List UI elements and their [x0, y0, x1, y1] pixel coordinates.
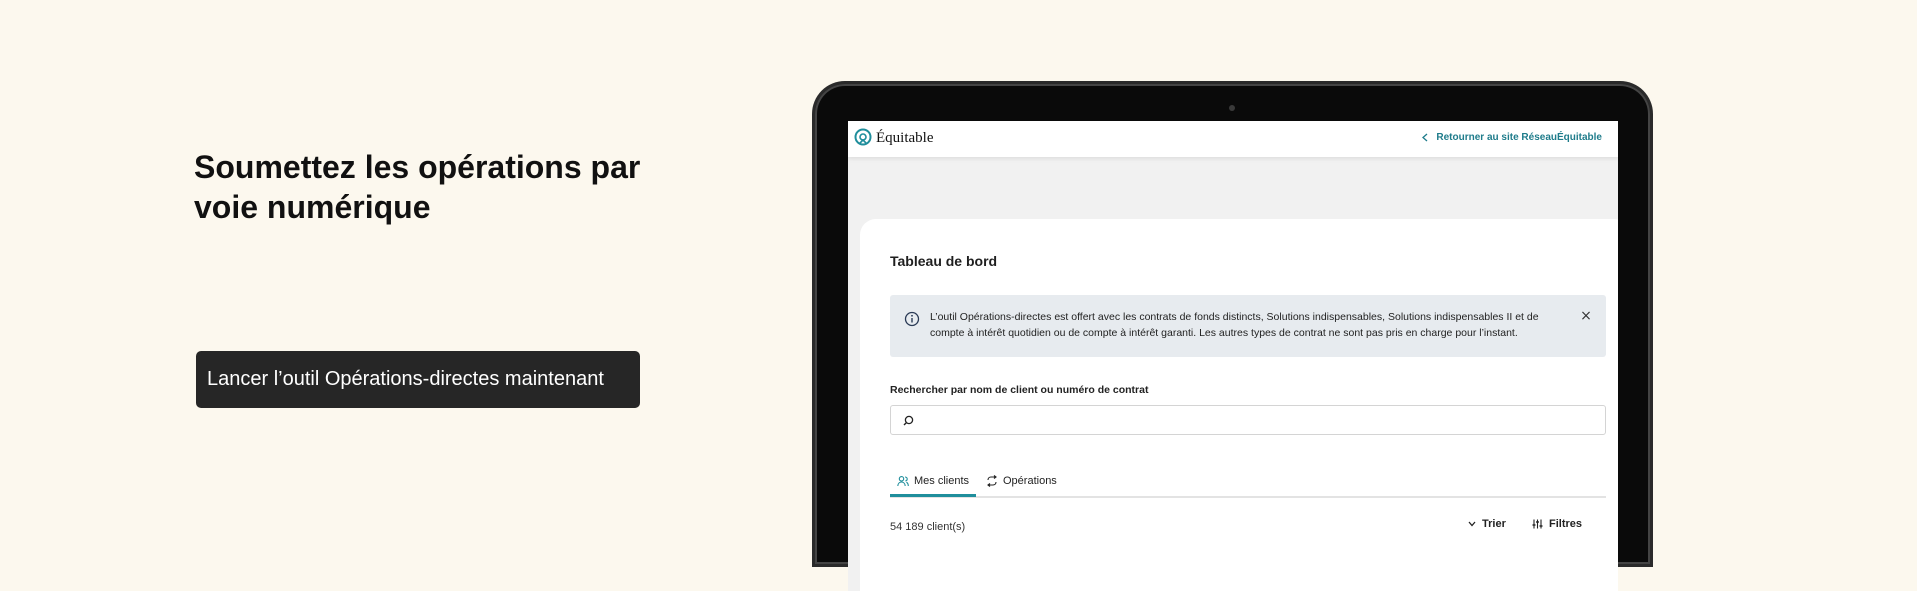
search-label: Rechercher par nom de client ou numéro d… — [890, 384, 1149, 396]
hero-title: Soumettez les opérations par voie numéri… — [194, 149, 641, 225]
info-icon — [904, 311, 920, 327]
search-box[interactable] — [890, 405, 1606, 436]
tab-my-clients[interactable]: Mes clients — [890, 468, 976, 497]
back-to-site-link[interactable]: Retourner au site RéseauÉquitable — [1422, 132, 1602, 143]
equitable-logo-icon — [854, 128, 872, 146]
sliders-icon — [1532, 519, 1543, 529]
launch-tool-button[interactable]: Lancer l’outil Opérations-directes maint… — [196, 351, 640, 408]
tab-operations-label: Opérations — [1003, 475, 1057, 487]
tab-operations[interactable]: Opérations — [986, 468, 1057, 494]
page-title: Tableau de bord — [890, 253, 998, 269]
client-count: 54 189 client(s) — [890, 521, 966, 533]
search-input[interactable] — [921, 406, 1595, 436]
filters-label: Filtres — [1549, 518, 1583, 530]
users-icon — [897, 476, 909, 487]
sort-button[interactable]: Trier — [1468, 518, 1506, 530]
laptop-screen: Équitable Retourner au site RéseauÉquita… — [848, 121, 1618, 591]
notice-text: L’outil Opérations-directes est offert a… — [930, 311, 1539, 339]
app-header: Équitable Retourner au site RéseauÉquita… — [848, 121, 1618, 157]
filters-button[interactable]: Filtres — [1532, 518, 1582, 530]
info-notice: L’outil Opérations-directes est offert a… — [890, 295, 1606, 357]
search-icon — [903, 415, 914, 426]
tab-bar: Mes clients Opérations — [890, 468, 1606, 498]
back-link-label: Retourner au site RéseauÉquitable — [1436, 132, 1602, 143]
laptop-camera — [1229, 105, 1235, 111]
logo-text: Équitable — [876, 129, 934, 146]
sort-label: Trier — [1482, 518, 1506, 530]
chevron-down-icon — [1468, 521, 1476, 527]
dashboard-card: Tableau de bord L’outil Opérations-direc… — [860, 219, 1618, 591]
exchange-icon — [987, 475, 997, 487]
chevron-left-icon — [1422, 133, 1428, 142]
laptop-frame: Équitable Retourner au site RéseauÉquita… — [815, 84, 1650, 591]
tab-my-clients-label: Mes clients — [913, 475, 970, 487]
equitable-logo[interactable]: Équitable — [853, 126, 933, 150]
close-icon[interactable]: × — [1578, 308, 1594, 324]
